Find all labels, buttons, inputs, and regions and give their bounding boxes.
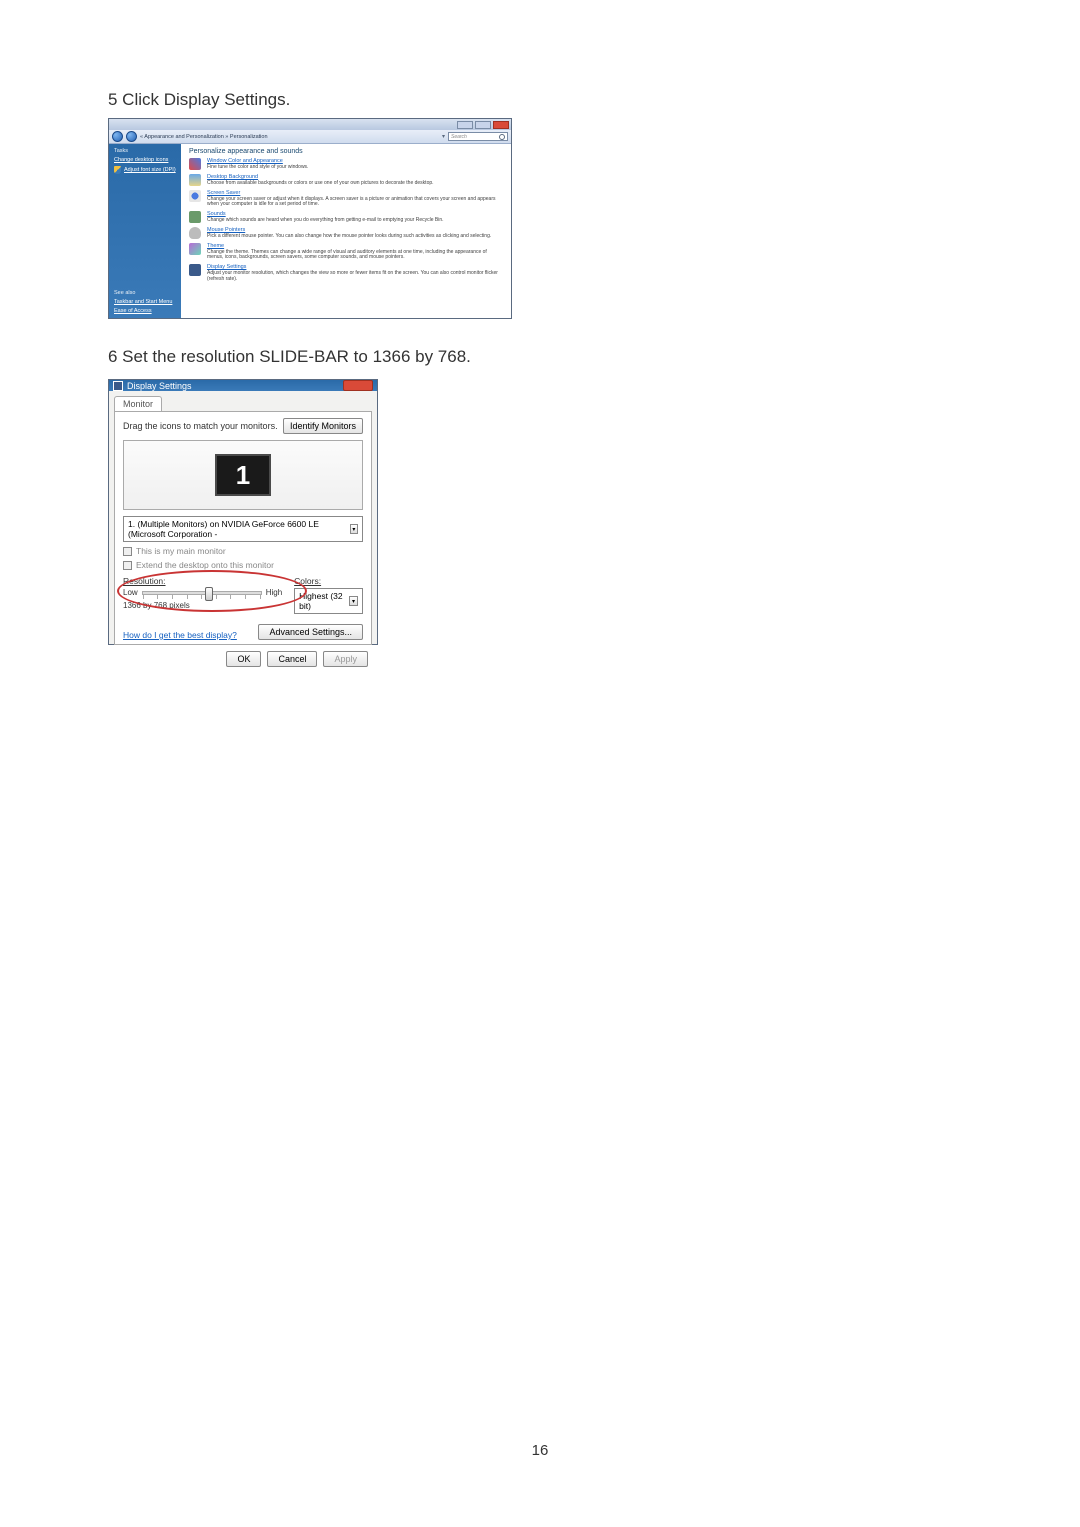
resolution-value: 1366 by 768 pixels [123,601,282,610]
display-icon [113,381,123,391]
item-sounds[interactable]: Sounds Change which sounds are heard whe… [189,211,503,224]
display-settings-dialog: Display Settings Monitor Drag the icons … [108,379,378,645]
colors-dropdown[interactable]: Highest (32 bit) ▾ [294,588,363,614]
personalization-main: Personalize appearance and sounds Window… [181,144,511,318]
step-5-text: 5 Click Display Settings. [108,90,748,110]
tab-panel: Drag the icons to match your monitors. I… [114,411,372,645]
colors-label: Colors: [294,576,363,586]
search-placeholder: Search [451,134,467,140]
checkbox-main-monitor: This is my main monitor [123,546,363,556]
picture-icon [189,174,201,186]
identify-monitors-button[interactable]: Identify Monitors [283,418,363,434]
sidebar-seealso-taskbar[interactable]: Taskbar and Start Menu [114,299,176,305]
monitor-icon [189,190,201,202]
chevron-down-icon: ▾ [350,524,358,534]
palette-icon [189,158,201,170]
shield-icon [114,166,121,174]
slider-high-label: High [266,588,282,597]
cancel-button[interactable]: Cancel [267,651,317,667]
close-button[interactable] [343,380,373,391]
slider-thumb[interactable] [205,587,213,601]
close-button[interactable] [493,121,509,129]
back-button[interactable] [112,131,123,142]
display-icon [189,264,201,276]
item-desc: Change your screen saver or adjust when … [207,197,503,209]
slider-track[interactable] [142,591,262,595]
checkbox-icon [123,547,132,556]
slider-low-label: Low [123,588,138,597]
sidebar-link-desktop-icons[interactable]: Change desktop icons [114,157,176,163]
apply-button[interactable]: Apply [323,651,368,667]
tab-monitor[interactable]: Monitor [114,396,162,411]
advanced-settings-button[interactable]: Advanced Settings... [258,624,363,640]
drag-instruction: Drag the icons to match your monitors. [123,421,278,431]
window-titlebar [109,119,511,130]
display-device-dropdown[interactable]: 1. (Multiple Monitors) on NVIDIA GeForce… [123,516,363,542]
sidebar-tasks-heading: Tasks [114,148,176,154]
item-desc: Change which sounds are heard when you d… [207,218,444,224]
colors-value: Highest (32 bit) [299,591,349,611]
item-theme[interactable]: Theme Change the theme. Themes can chang… [189,243,503,262]
ok-button[interactable]: OK [226,651,261,667]
theme-icon [189,243,201,255]
chevron-down-icon: ▾ [349,596,358,606]
maximize-button[interactable] [475,121,491,129]
item-title: Desktop Background [207,174,434,180]
minimize-button[interactable] [457,121,473,129]
dialog-button-row: OK Cancel Apply [114,645,372,673]
mouse-icon [189,227,201,239]
resolution-slider[interactable]: Low High [123,588,282,597]
main-heading: Personalize appearance and sounds [189,148,503,155]
device-label: 1. (Multiple Monitors) on NVIDIA GeForce… [128,519,350,539]
item-title: Theme [207,243,503,249]
sidebar-seealso-ease[interactable]: Ease of Access [114,308,176,314]
breadcrumb[interactable]: « Appearance and Personalization » Perso… [140,134,439,140]
item-title: Screen Saver [207,190,503,196]
help-link[interactable]: How do I get the best display? [123,630,237,640]
item-mouse-pointers[interactable]: Mouse Pointers Pick a different mouse po… [189,227,503,240]
item-desc: Fine tune the color and style of your wi… [207,165,308,171]
item-screen-saver[interactable]: Screen Saver Change your screen saver or… [189,190,503,209]
search-input[interactable]: Search [448,132,508,141]
page-number: 16 [532,1442,549,1459]
breadcrumb-bar: « Appearance and Personalization » Perso… [109,130,511,144]
checkbox-extend-desktop: Extend the desktop onto this monitor [123,560,363,570]
sidebar-link-font-size[interactable]: Adjust font size (DPI) [124,167,176,173]
forward-button[interactable] [126,131,137,142]
item-desc: Change the theme. Themes can change a wi… [207,250,503,262]
personalization-window: « Appearance and Personalization » Perso… [108,118,512,319]
breadcrumb-sep: ▾ [442,133,445,140]
item-desktop-background[interactable]: Desktop Background Choose from available… [189,174,503,187]
item-desc: Choose from available backgrounds or col… [207,181,434,187]
dialog-titlebar: Display Settings [109,380,377,391]
step-6-text: 6 Set the resolution SLIDE-BAR to 1366 b… [108,347,748,367]
item-title: Mouse Pointers [207,227,491,233]
item-desc: Adjust your monitor resolution, which ch… [207,271,503,283]
checkbox-label: Extend the desktop onto this monitor [136,560,274,570]
sidebar-seealso-heading: See also [114,290,176,296]
item-desc: Pick a different mouse pointer. You can … [207,234,491,240]
item-display-settings[interactable]: Display Settings Adjust your monitor res… [189,264,503,283]
checkbox-icon [123,561,132,570]
item-window-color[interactable]: Window Color and Appearance Fine tune th… [189,158,503,171]
monitor-preview-well: 1 [123,440,363,510]
colors-column: Colors: Highest (32 bit) ▾ [294,576,363,614]
dialog-title: Display Settings [127,381,192,391]
search-icon [499,134,505,140]
monitor-1-tile[interactable]: 1 [215,454,271,496]
checkbox-label: This is my main monitor [136,546,226,556]
resolution-column: Resolution: Low High 1366 by 768 pixels [123,576,282,610]
resolution-label: Resolution: [123,576,282,586]
sidebar: Tasks Change desktop icons Adjust font s… [109,144,181,318]
speaker-icon [189,211,201,223]
